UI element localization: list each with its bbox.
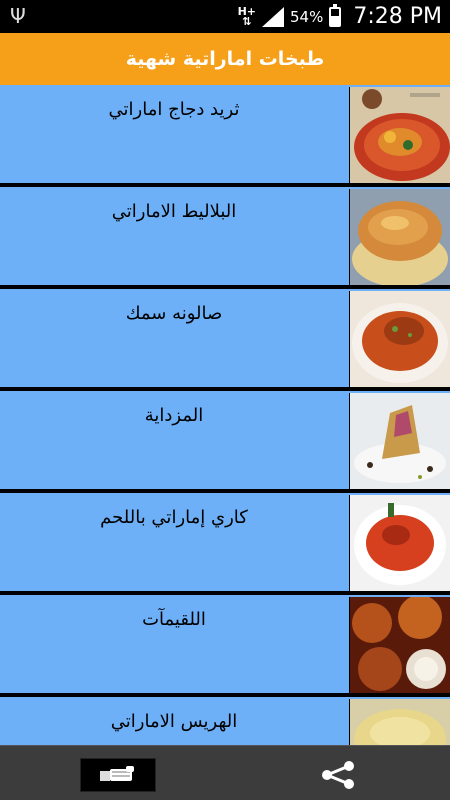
balaleet-image xyxy=(349,189,450,285)
harees-image xyxy=(349,699,450,745)
share-icon xyxy=(322,761,354,789)
signal-icon xyxy=(262,6,284,27)
network-type: H+ ⇅ xyxy=(237,4,256,28)
thumbs-up-hand-icon xyxy=(100,766,134,781)
battery-level xyxy=(331,15,340,25)
recipe-item[interactable]: اللقيمآت xyxy=(0,595,450,695)
recipe-item[interactable]: ثريد دجاج اماراتي xyxy=(0,85,450,185)
recipe-item[interactable]: البلاليط الاماراتي xyxy=(0,187,450,287)
recipe-title: صالونه سمك xyxy=(125,303,223,324)
mazdaya-image xyxy=(349,393,450,489)
recipe-title: كاري إماراتي باللحم xyxy=(100,507,248,528)
recipe-title: اللقيمآت xyxy=(142,609,206,630)
saloona-fish-image xyxy=(349,291,450,387)
battery-percent: 54% xyxy=(290,7,324,26)
status-icons: H+ ⇅ 54% 7:28 PM xyxy=(238,0,442,33)
recipe-title: المزداية xyxy=(144,405,204,426)
recipe-item[interactable]: المزداية xyxy=(0,391,450,491)
recipe-title: ثريد دجاج اماراتي xyxy=(108,99,240,120)
clock: 7:28 PM xyxy=(353,4,442,29)
usb-icon: Ψ xyxy=(10,4,26,28)
share-button[interactable] xyxy=(318,759,358,791)
luqaimat-image xyxy=(349,597,450,693)
recipe-title: البلاليط الاماراتي xyxy=(111,201,237,222)
rate-button[interactable] xyxy=(80,758,156,792)
recipe-item[interactable]: الهريس الاماراتي xyxy=(0,697,450,745)
curry-meat-image xyxy=(349,495,450,591)
recipe-item[interactable]: كاري إماراتي باللحم xyxy=(0,493,450,593)
battery-icon xyxy=(329,3,342,27)
status-bar: Ψ H+ ⇅ 54% 7:28 PM xyxy=(0,0,450,33)
bottom-bar xyxy=(0,745,450,800)
recipe-list[interactable]: ثريد دجاج اماراتي البلاليط الاماراتي صال… xyxy=(0,85,450,745)
recipe-title: الهريس الاماراتي xyxy=(110,711,238,732)
app-title: طبخات اماراتية شهية xyxy=(125,48,325,70)
app-bar: طبخات اماراتية شهية xyxy=(0,33,450,85)
recipe-item[interactable]: صالونه سمك xyxy=(0,289,450,389)
tharid-chicken-image xyxy=(349,87,450,183)
